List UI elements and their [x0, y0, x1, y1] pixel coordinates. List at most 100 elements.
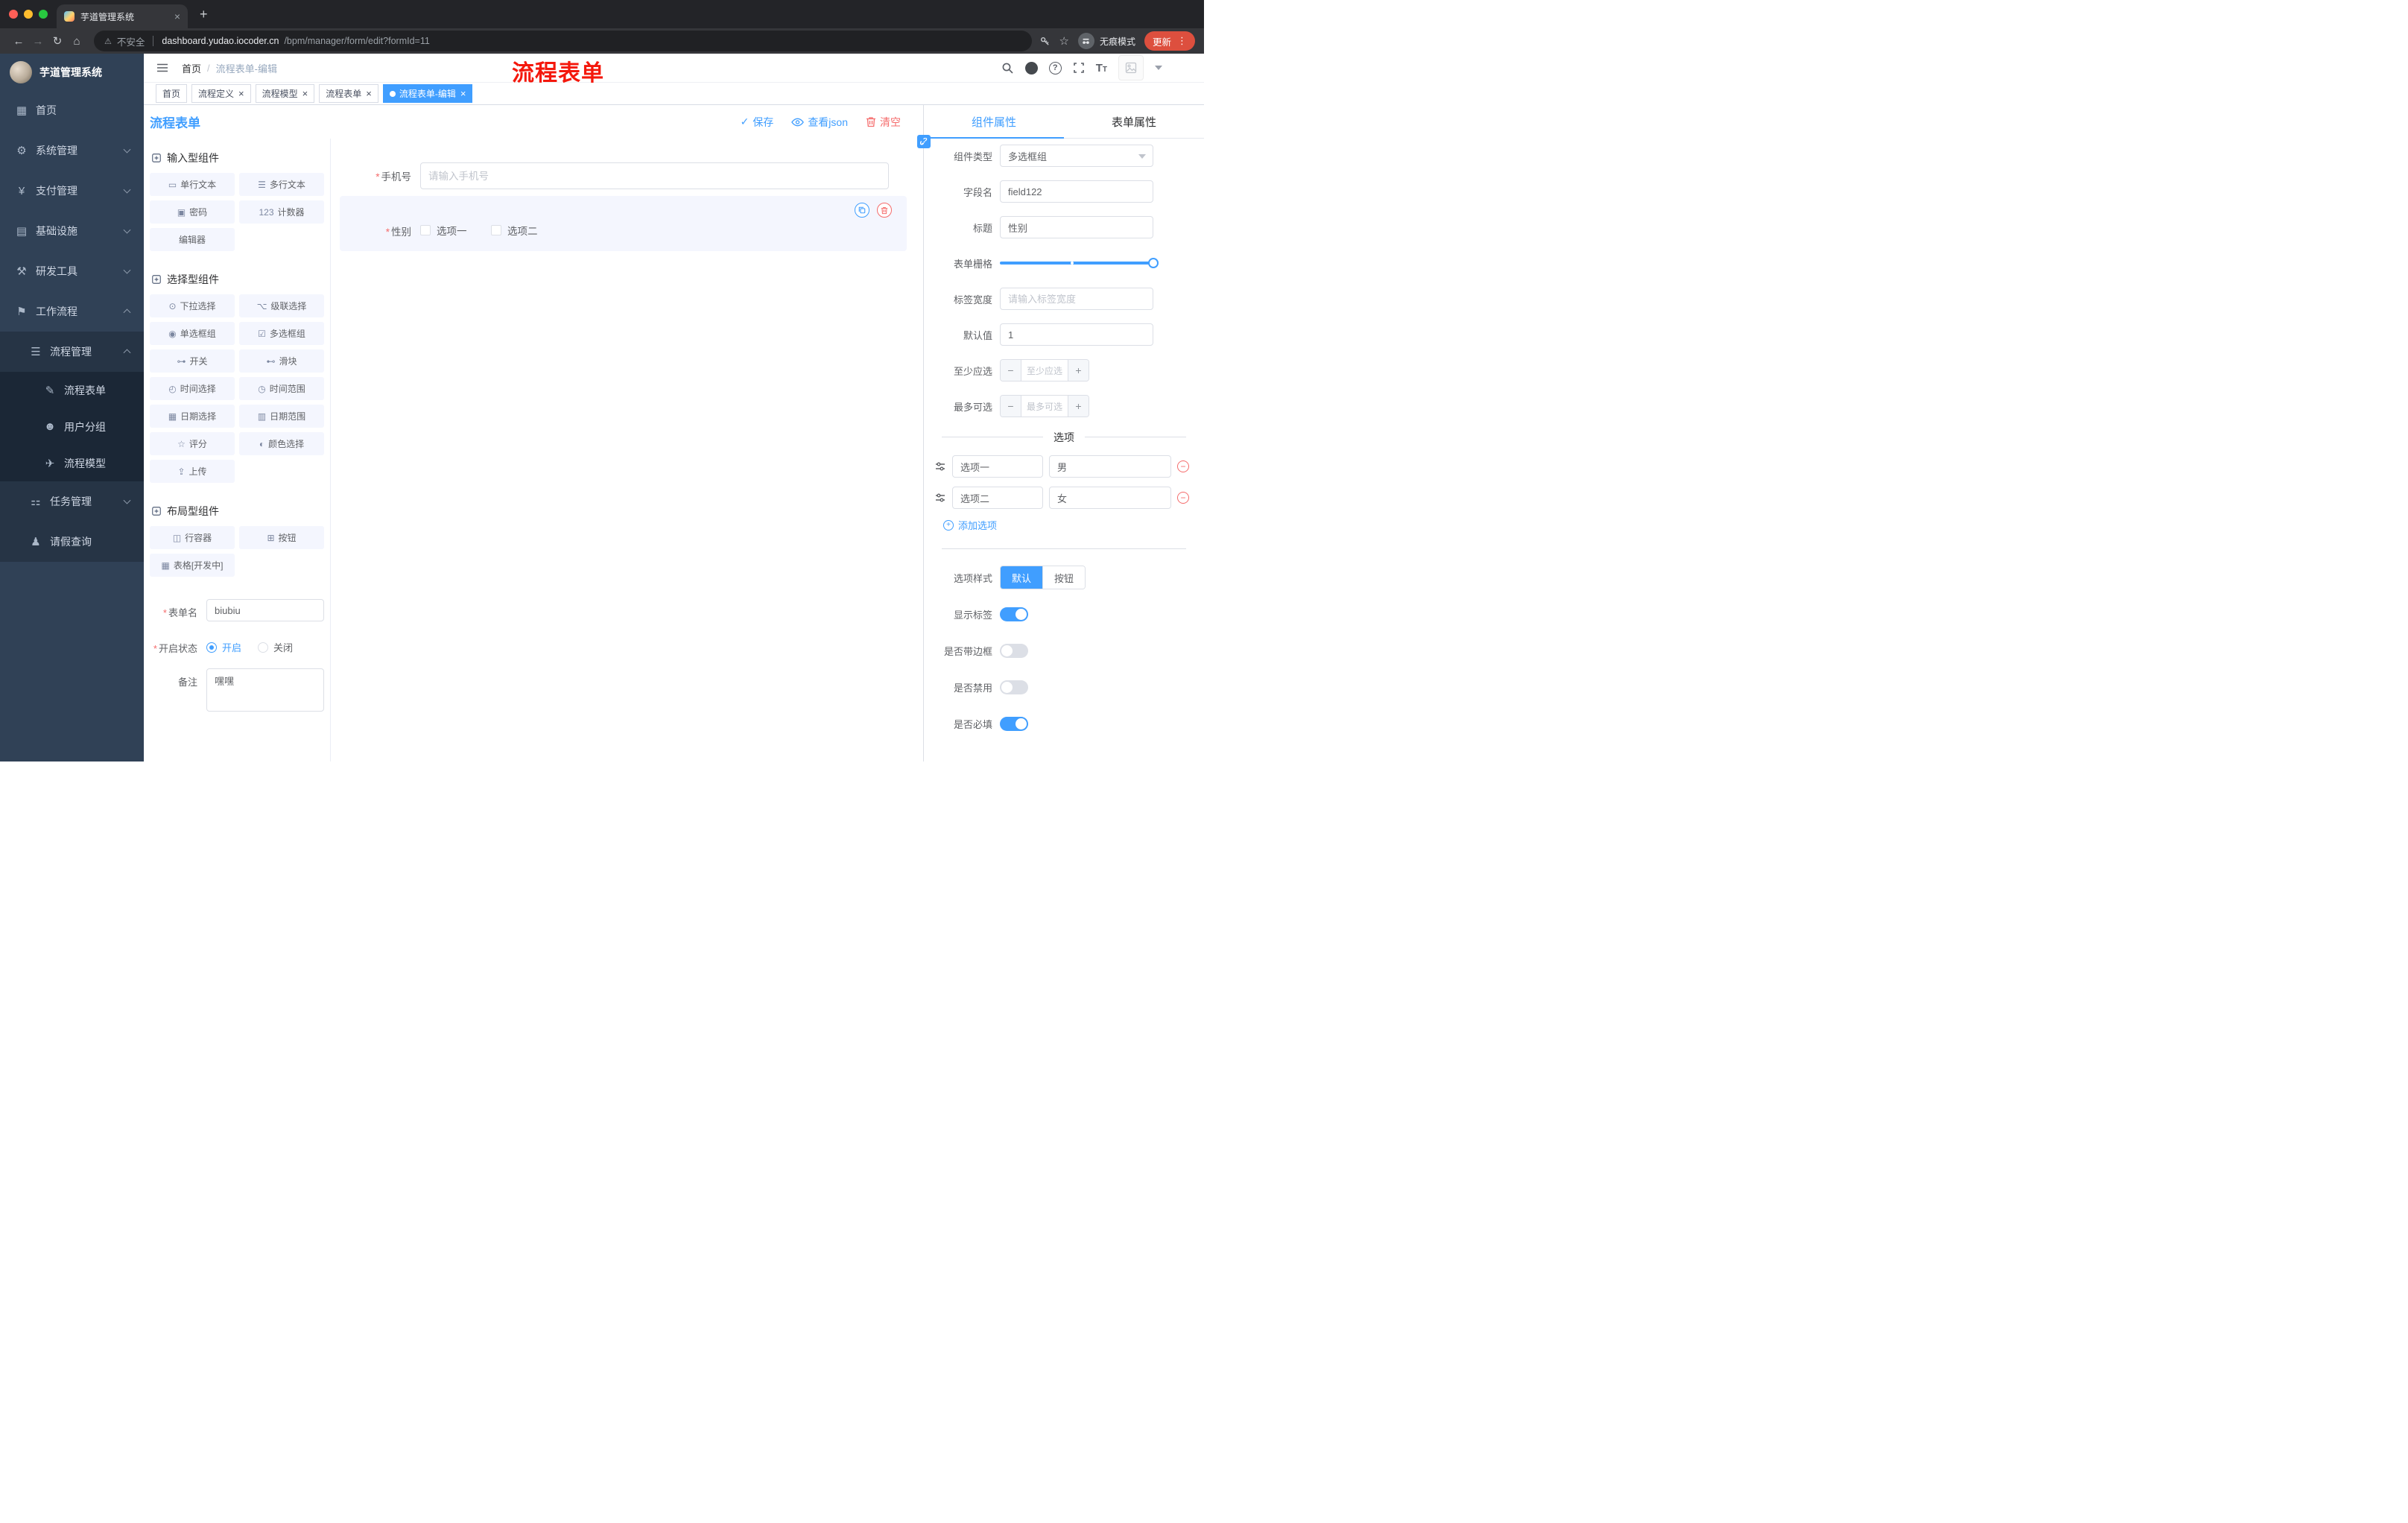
github-icon[interactable] — [1024, 61, 1038, 75]
sidebar-item[interactable]: ⚒ 研发工具 — [0, 251, 144, 291]
tag-close-icon[interactable]: × — [460, 89, 466, 98]
remove-option-icon[interactable]: − — [1177, 492, 1189, 504]
palette-item[interactable]: ⊙ 下拉选择 — [150, 294, 235, 317]
palette-item[interactable]: ⇪ 上传 — [150, 460, 235, 483]
palette-item[interactable]: ▦ 日期选择 — [150, 405, 235, 428]
inspector-tab[interactable]: 表单属性 — [1064, 105, 1204, 138]
title-input[interactable] — [1000, 216, 1153, 238]
palette-item[interactable]: ▥ 日期范围 — [239, 405, 324, 428]
fullscreen-icon[interactable] — [1073, 62, 1085, 74]
browser-tab[interactable]: 芋道管理系统 × — [57, 4, 188, 28]
drag-handle-icon[interactable] — [934, 460, 946, 472]
toggle-switch[interactable] — [1000, 680, 1028, 694]
home-icon[interactable]: ⌂ — [67, 35, 86, 48]
sidebar-item[interactable]: ✈ 流程模型 — [0, 445, 144, 481]
avatar[interactable] — [1118, 55, 1144, 80]
stepper-minus-button[interactable]: − — [1001, 396, 1021, 417]
add-option-button[interactable]: + 添加选项 — [924, 518, 1204, 532]
palette-item[interactable]: ◴ 时间选择 — [150, 377, 235, 400]
toggle-switch[interactable] — [1000, 716, 1028, 731]
form-remark-textarea[interactable]: 嘿嘿 — [206, 668, 324, 712]
selected-component-block[interactable]: * 性别 选项一 选项二 — [340, 196, 907, 251]
palette-item[interactable]: ☆ 评分 — [150, 432, 235, 455]
new-tab-button[interactable]: + — [200, 6, 208, 22]
password-key-icon[interactable] — [1039, 36, 1051, 47]
sidebar-item[interactable]: ⚏ 任务管理 — [0, 481, 144, 522]
delete-component-button[interactable] — [877, 203, 892, 218]
segmented-button[interactable]: 按钮 — [1042, 566, 1086, 589]
stepper-plus-button[interactable]: + — [1068, 360, 1089, 381]
palette-item[interactable]: ◷ 时间范围 — [239, 377, 324, 400]
grid-slider[interactable] — [1000, 252, 1159, 274]
palette-item[interactable]: ⊞ 按钮 — [239, 526, 324, 549]
checkbox-option[interactable]: 选项二 — [490, 223, 537, 238]
status-on-radio[interactable]: 开启 — [206, 635, 241, 654]
palette-item[interactable]: 编辑器 — [150, 228, 235, 251]
tab-close-icon[interactable]: × — [174, 10, 180, 22]
clear-button[interactable]: 清空 — [866, 115, 901, 130]
tag[interactable]: 首页 × — [156, 84, 188, 103]
palette-item[interactable]: ⊶ 开关 — [150, 349, 235, 373]
palette-item[interactable]: ⌥ 级联选择 — [239, 294, 324, 317]
tag-close-icon[interactable]: × — [366, 89, 372, 98]
close-window-button[interactable] — [9, 10, 18, 19]
sidebar-item[interactable]: ☰ 流程管理 — [0, 332, 144, 372]
palette-item[interactable]: ◫ 行容器 — [150, 526, 235, 549]
stepper-minus-button[interactable]: − — [1001, 360, 1021, 381]
option-label-input[interactable] — [952, 455, 1043, 478]
slider-handle[interactable] — [1148, 258, 1159, 268]
option-value-input[interactable] — [1049, 487, 1171, 509]
field-name-input[interactable] — [1000, 180, 1153, 203]
tag-close-icon[interactable]: × — [238, 89, 244, 98]
status-off-radio[interactable]: 关闭 — [258, 635, 293, 654]
tag[interactable]: 流程模型 × — [255, 84, 315, 103]
minimize-window-button[interactable] — [24, 10, 33, 19]
reload-icon[interactable]: ↻ — [48, 34, 67, 48]
sidebar-item[interactable]: ¥ 支付管理 — [0, 171, 144, 211]
slider-track[interactable] — [1000, 258, 1159, 268]
tag-close-icon[interactable]: × — [302, 89, 308, 98]
sidebar-item[interactable]: ▦ 首页 — [0, 90, 144, 130]
palette-item[interactable]: ▣ 密码 — [150, 200, 235, 224]
label-width-input[interactable] — [1000, 288, 1153, 310]
palette-item[interactable]: ☑ 多选框组 — [239, 322, 324, 345]
view-json-button[interactable]: 查看json — [791, 115, 848, 130]
palette-item[interactable]: ▭ 单行文本 — [150, 173, 235, 196]
sidebar-logo[interactable]: 芋道管理系统 — [0, 54, 144, 90]
link-icon[interactable] — [917, 135, 931, 148]
checkbox-option[interactable]: 选项一 — [420, 223, 467, 238]
sidebar-item[interactable]: ✎ 流程表单 — [0, 372, 144, 408]
stepper-value[interactable]: 至少应选 — [1021, 360, 1068, 381]
sidebar-item[interactable]: ⚑ 工作流程 — [0, 291, 144, 332]
remove-option-icon[interactable]: − — [1177, 460, 1189, 472]
palette-item[interactable]: ◐ 颜色选择 — [239, 432, 324, 455]
tag[interactable]: 流程表单 × — [319, 84, 378, 103]
search-icon[interactable] — [1001, 62, 1014, 75]
forward-icon[interactable]: → — [28, 35, 48, 48]
stepper-plus-button[interactable]: + — [1068, 396, 1089, 417]
maximize-window-button[interactable] — [39, 10, 48, 19]
phone-input[interactable] — [420, 162, 889, 189]
tag[interactable]: 流程表单-编辑 × — [382, 84, 473, 103]
security-label[interactable]: 不安全 — [117, 34, 145, 48]
segmented-button[interactable]: 默认 — [1001, 566, 1043, 589]
breadcrumb-home[interactable]: 首页 — [182, 61, 201, 75]
font-size-icon[interactable]: TT — [1096, 62, 1107, 75]
option-value-input[interactable] — [1049, 455, 1171, 478]
sidebar-item[interactable]: ⚙ 系统管理 — [0, 130, 144, 171]
sidebar-item[interactable]: ☻ 用户分组 — [0, 408, 144, 445]
hamburger-icon[interactable] — [156, 61, 169, 75]
component-type-select[interactable]: 多选框组 — [1000, 145, 1153, 167]
browser-menu-icon[interactable]: ⋮ — [1177, 35, 1187, 47]
palette-item[interactable]: ◉ 单选框组 — [150, 322, 235, 345]
help-icon[interactable]: ? — [1048, 61, 1062, 75]
palette-item[interactable]: 123 计数器 — [239, 200, 324, 224]
save-button[interactable]: ✓ 保存 — [741, 115, 774, 130]
address-bar[interactable]: ⚠ 不安全 dashboard.yudao.iocoder.cn /bpm/ma… — [94, 31, 1032, 51]
checkbox-icon[interactable] — [490, 225, 501, 235]
browser-update-button[interactable]: 更新 ⋮ — [1144, 31, 1195, 51]
inspector-tab[interactable]: 组件属性 — [924, 105, 1064, 139]
default-value-input[interactable] — [1000, 323, 1153, 346]
option-label-input[interactable] — [952, 487, 1043, 509]
form-name-input[interactable] — [206, 599, 324, 621]
